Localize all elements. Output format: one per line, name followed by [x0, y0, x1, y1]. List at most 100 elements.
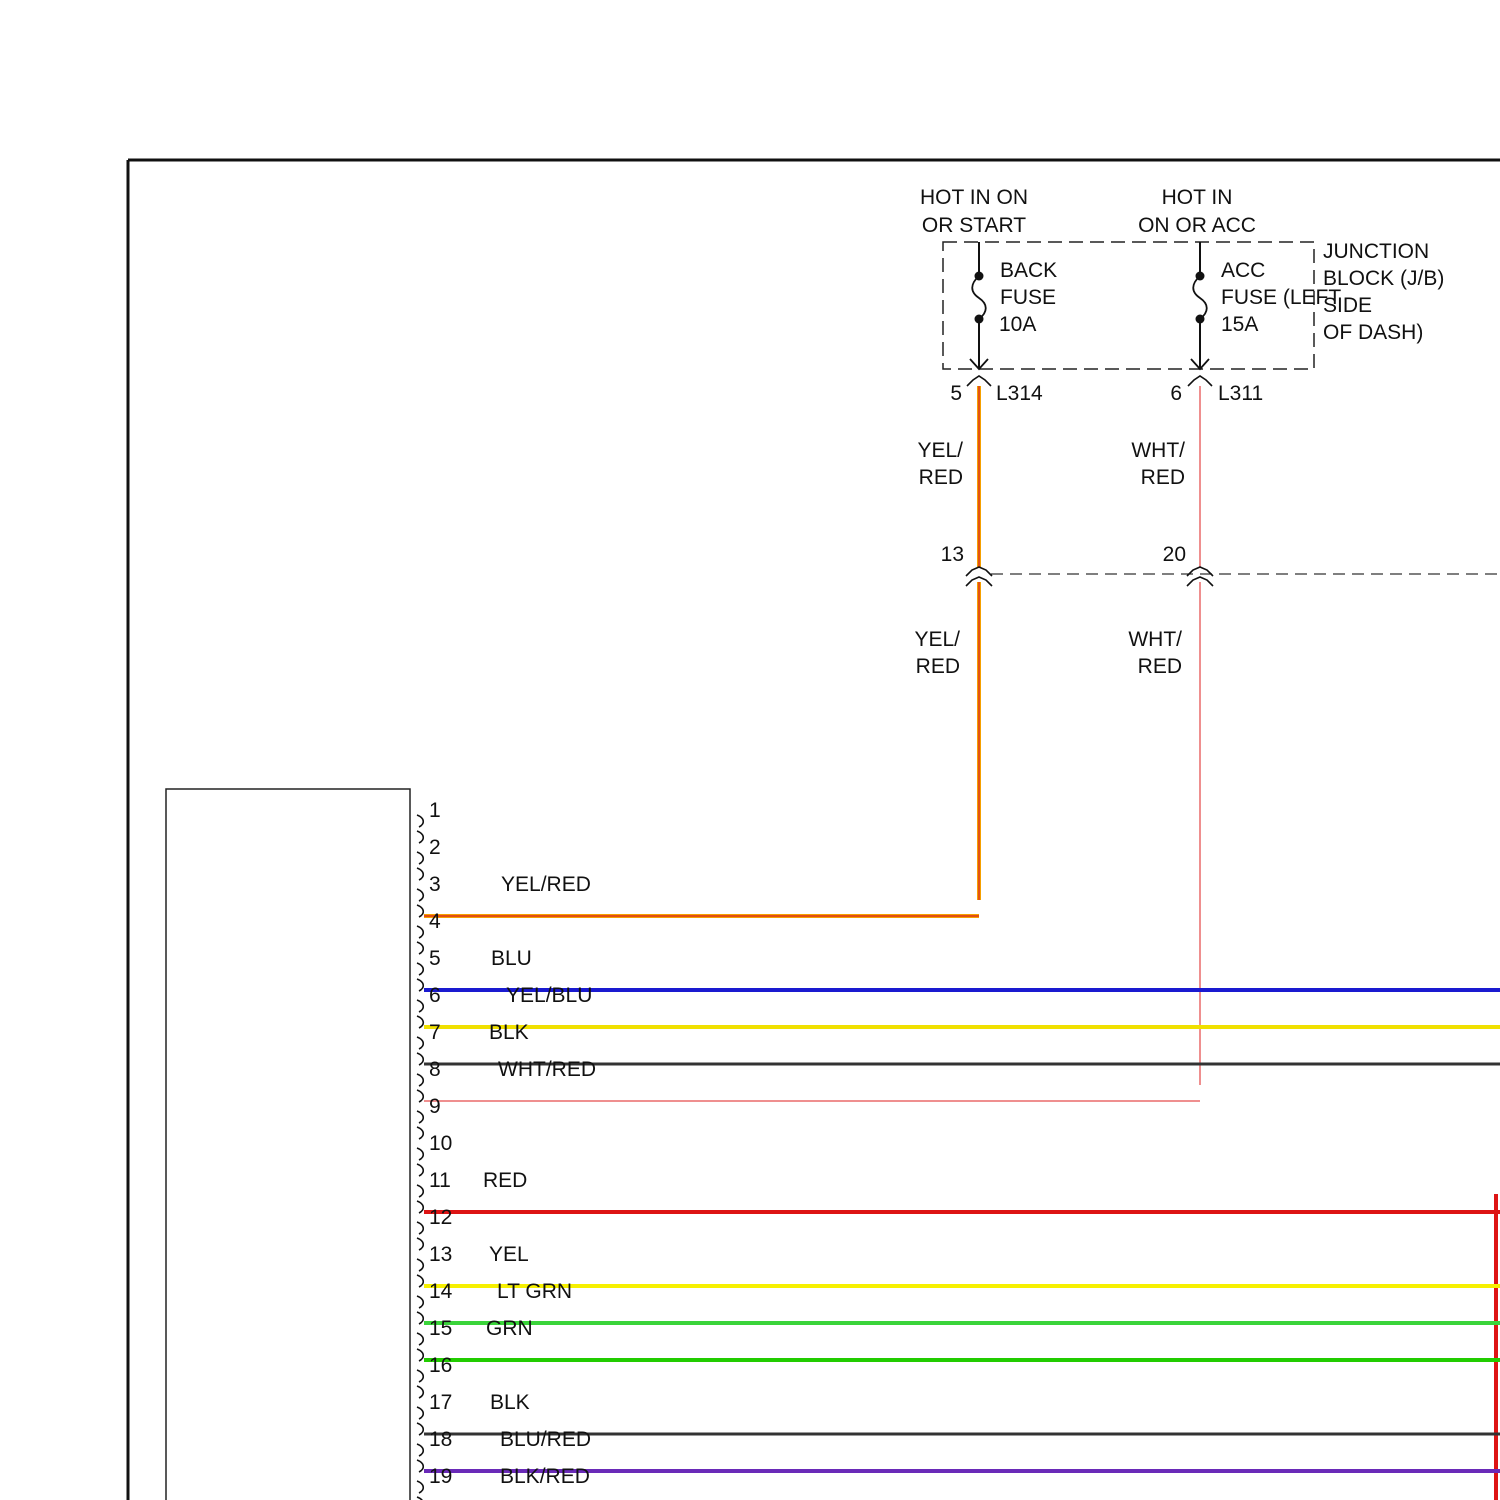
hot-acc-line-1: HOT IN — [1162, 186, 1233, 209]
pin-17-terminal — [416, 1406, 425, 1420]
pin-16-terminal — [416, 1369, 425, 1383]
riser-right-upper-label-2: RED — [1141, 466, 1185, 489]
pin-14-terminal-lower — [416, 1311, 425, 1325]
riser-left-upper-label-1: YEL/ — [917, 439, 963, 462]
pin-6-terminal — [416, 999, 425, 1013]
riser-right-lower-label-1: WHT/ — [1128, 628, 1182, 651]
pin-18-terminal — [416, 1443, 425, 1457]
pin-3-terminal — [416, 888, 425, 902]
pin-5-number: 5 — [429, 947, 441, 970]
jb-connector-right-pin: 6 — [1170, 382, 1182, 405]
pin-11-terminal-lower — [416, 1200, 425, 1214]
pin-19-number: 19 — [429, 1465, 452, 1488]
acc-fuse-label-3: 15A — [1221, 313, 1258, 336]
pin-2-terminal-lower — [416, 867, 425, 881]
pin-1-number: 1 — [429, 799, 441, 822]
pin-2-terminal — [416, 851, 425, 865]
pin-6-terminal-lower — [416, 1015, 425, 1029]
acc-fuse — [1190, 242, 1210, 371]
pin-19-terminal — [416, 1480, 425, 1494]
wire-pin-6-label: YEL/BLU — [506, 984, 592, 1007]
back-fuse — [969, 242, 989, 371]
pin-11: 11 RED — [416, 1169, 1500, 1214]
pin-12-terminal-lower — [416, 1237, 425, 1251]
pin-14-terminal — [416, 1295, 425, 1309]
pin-14-number: 14 — [429, 1280, 453, 1303]
back-fuse-label-3: 10A — [999, 313, 1036, 336]
riser-left-upper-label-2: RED — [919, 466, 963, 489]
pin-3: 3 YEL/RED — [416, 873, 979, 918]
pin-5-terminal — [416, 962, 425, 976]
pin-16-terminal-lower — [416, 1385, 425, 1399]
inline-connector-left-pin: 13 — [941, 543, 964, 566]
acc-fuse-element — [1192, 275, 1208, 320]
pin-13-number: 13 — [429, 1243, 452, 1266]
jb-connector-right-symbol — [1187, 375, 1213, 387]
pin-12-number: 12 — [429, 1206, 452, 1229]
pin-17-terminal-lower — [416, 1422, 425, 1436]
acc-fuse-label-1: ACC — [1221, 259, 1265, 282]
riser-left-lower-label-1: YEL/ — [914, 628, 960, 651]
wire-pin-5-label: BLU — [491, 947, 532, 970]
wire-pin-7-label: BLK — [489, 1021, 529, 1044]
pin-11-terminal — [416, 1184, 425, 1198]
wire-pin-19-label: BLK/RED — [500, 1465, 590, 1488]
wire-pin-8-label: WHT/RED — [498, 1058, 596, 1081]
pin-9-terminal — [416, 1110, 425, 1124]
jb-connector-left-code: L314 — [996, 382, 1043, 405]
pin-10-terminal-lower — [416, 1163, 425, 1177]
pin-8-number: 8 — [429, 1058, 441, 1081]
pin-1-terminal — [416, 814, 425, 828]
hot-acc-line-2: ON OR ACC — [1138, 214, 1256, 237]
inline-connector-right-pin: 20 — [1163, 543, 1186, 566]
junction-block-label-1: JUNCTION — [1323, 240, 1429, 263]
back-fuse-label-1: BACK — [1000, 259, 1057, 282]
pin-11-number: 11 — [429, 1169, 451, 1192]
riser-right-lower-label-2: RED — [1138, 655, 1182, 678]
pin-4-number: 4 — [429, 910, 441, 933]
pin-18-terminal-lower — [416, 1459, 425, 1473]
connector-pins: 123 YEL/RED45 BLU6 YEL/BLU7 BLK8 WHT/RED91011… — [416, 799, 1500, 1500]
pin-9-number: 9 — [429, 1095, 441, 1118]
pin-1-terminal-lower — [416, 830, 425, 844]
wiring-diagram: HOT IN ON OR START HOT IN ON OR ACC JUNC… — [126, 158, 1500, 1500]
jb-connector-left-symbol — [966, 375, 992, 387]
pin-15-number: 15 — [429, 1317, 452, 1340]
component-box — [165, 788, 411, 1500]
pin-12-terminal — [416, 1221, 425, 1235]
back-fuse-label-2: FUSE — [1000, 286, 1056, 309]
pin-13-terminal-lower — [416, 1274, 425, 1288]
wire-pin-17-label: BLK — [490, 1391, 530, 1414]
acc-fuse-label-2: FUSE (LEFT — [1221, 286, 1341, 309]
inline-connector-right-top — [1186, 566, 1214, 577]
pin-8-terminal — [416, 1073, 425, 1087]
pin-10-terminal — [416, 1147, 425, 1161]
pin-9-terminal-lower — [416, 1126, 425, 1140]
junction-block-label-2: BLOCK (J/B) — [1323, 267, 1444, 290]
pin-17-number: 17 — [429, 1391, 452, 1414]
pin-2-number: 2 — [429, 836, 441, 859]
pin-6-number: 6 — [429, 984, 441, 1007]
pin-16-number: 16 — [429, 1354, 452, 1377]
inline-connector-left-top — [965, 566, 993, 577]
wire-pin-11-label: RED — [483, 1169, 527, 1192]
jb-connector-left-pin: 5 — [950, 382, 962, 405]
pin-10-number: 10 — [429, 1132, 452, 1155]
pin-13: 13 YEL — [416, 1243, 1500, 1288]
pin-4-terminal — [416, 925, 425, 939]
wire-pin-13-label: YEL — [489, 1243, 529, 1266]
junction-block-label-4: OF DASH) — [1323, 321, 1423, 344]
pin-8-terminal-lower — [416, 1089, 425, 1103]
wire-pin-3-label: YEL/RED — [501, 873, 591, 896]
riser-left-lower-label-2: RED — [916, 655, 960, 678]
pin-7-terminal-lower — [416, 1052, 425, 1066]
pin-4-terminal-lower — [416, 941, 425, 955]
pin-7-terminal — [416, 1036, 425, 1050]
jb-connector-right-code: L311 — [1218, 382, 1263, 405]
pin-15-terminal-lower — [416, 1348, 425, 1362]
pin-15-terminal — [416, 1332, 425, 1346]
pin-13-terminal — [416, 1258, 425, 1272]
pin-3-number: 3 — [429, 873, 441, 896]
wire-pin-18-label: BLU/RED — [500, 1428, 591, 1451]
pin-3-terminal-lower — [416, 904, 425, 918]
